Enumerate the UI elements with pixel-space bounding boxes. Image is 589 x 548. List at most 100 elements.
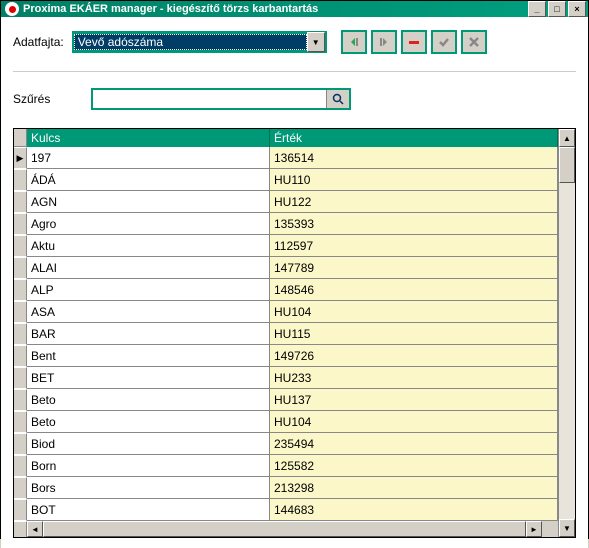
- cell-key[interactable]: Aktu: [27, 235, 270, 257]
- table-row[interactable]: BetoHU104: [14, 411, 558, 433]
- scroll-right-button[interactable]: ►: [526, 521, 542, 537]
- grid-body: ▶197136514ÁDÁHU110AGNHU122Agro135393Aktu…: [14, 147, 558, 521]
- v-scrollbar[interactable]: ▲ ▼: [558, 129, 575, 537]
- cell-value[interactable]: 135393: [270, 213, 558, 235]
- row-marker: [14, 433, 27, 455]
- cell-key[interactable]: Biod: [27, 433, 270, 455]
- cell-value[interactable]: 147789: [270, 257, 558, 279]
- cell-key[interactable]: Born: [27, 455, 270, 477]
- nav-first-button[interactable]: [341, 30, 367, 54]
- datatype-label: Adatfajta:: [13, 35, 64, 49]
- cell-value[interactable]: 213298: [270, 477, 558, 499]
- app-window: Proxima EKÁER manager - kiegészítő törzs…: [0, 0, 589, 539]
- scroll-down-button[interactable]: ▼: [559, 519, 575, 537]
- divider: [13, 71, 576, 72]
- cell-key[interactable]: ASA: [27, 301, 270, 323]
- search-input[interactable]: [93, 90, 326, 108]
- filter-label: Szűrés: [13, 92, 83, 106]
- close-button[interactable]: ×: [568, 1, 586, 17]
- chevron-down-icon[interactable]: ▼: [307, 32, 325, 52]
- maximize-button[interactable]: □: [548, 1, 566, 17]
- datatype-value: Vevő adószáma: [74, 34, 307, 50]
- cell-key[interactable]: Agro: [27, 213, 270, 235]
- cell-value[interactable]: 125582: [270, 455, 558, 477]
- cell-value[interactable]: HU233: [270, 367, 558, 389]
- scroll-left-button[interactable]: ◄: [27, 521, 43, 537]
- column-header-value[interactable]: Érték: [270, 129, 558, 147]
- cell-key[interactable]: ÁDÁ: [27, 169, 270, 191]
- table-row[interactable]: Aktu112597: [14, 235, 558, 257]
- h-scrollbar[interactable]: ◄ ►: [14, 521, 558, 537]
- row-marker: [14, 455, 27, 477]
- table-row[interactable]: Bent149726: [14, 345, 558, 367]
- minimize-button[interactable]: _: [528, 1, 546, 17]
- scroll-up-button[interactable]: ▲: [559, 129, 575, 147]
- cell-value[interactable]: 148546: [270, 279, 558, 301]
- grid: Kulcs Érték ▶197136514ÁDÁHU110AGNHU122Ag…: [13, 128, 576, 538]
- cell-key[interactable]: ALAI: [27, 257, 270, 279]
- table-row[interactable]: ▶197136514: [14, 147, 558, 169]
- datatype-dropdown[interactable]: Vevő adószáma ▼: [72, 31, 327, 53]
- row-marker: [14, 213, 27, 235]
- cell-value[interactable]: HU122: [270, 191, 558, 213]
- table-row[interactable]: Agro135393: [14, 213, 558, 235]
- row-marker: [14, 477, 27, 499]
- delete-button[interactable]: [401, 30, 427, 54]
- cancel-button[interactable]: [461, 30, 487, 54]
- v-scroll-track[interactable]: [559, 147, 575, 519]
- table-row[interactable]: ALP148546: [14, 279, 558, 301]
- search-button[interactable]: [326, 90, 349, 108]
- datatype-row: Adatfajta: Vevő adószáma ▼: [13, 27, 576, 57]
- cell-key[interactable]: Beto: [27, 411, 270, 433]
- scroll-corner: [542, 521, 558, 537]
- cell-key[interactable]: Beto: [27, 389, 270, 411]
- table-row[interactable]: BetoHU137: [14, 389, 558, 411]
- toolbar: [341, 30, 487, 54]
- cell-value[interactable]: HU110: [270, 169, 558, 191]
- cell-value[interactable]: 144683: [270, 499, 558, 521]
- table-row[interactable]: ÁDÁHU110: [14, 169, 558, 191]
- cell-key[interactable]: Bors: [27, 477, 270, 499]
- table-row[interactable]: ALAI147789: [14, 257, 558, 279]
- cell-value[interactable]: HU104: [270, 411, 558, 433]
- h-scroll-thumb[interactable]: [43, 521, 526, 537]
- column-header-key[interactable]: Kulcs: [27, 129, 270, 147]
- cell-key[interactable]: Bent: [27, 345, 270, 367]
- row-marker: [14, 367, 27, 389]
- cell-key[interactable]: BOT: [27, 499, 270, 521]
- table-row[interactable]: ASAHU104: [14, 301, 558, 323]
- cell-key[interactable]: ALP: [27, 279, 270, 301]
- filter-row: Szűrés: [13, 86, 576, 112]
- table-row[interactable]: Biod235494: [14, 433, 558, 455]
- table-row[interactable]: Bors213298: [14, 477, 558, 499]
- cell-value[interactable]: HU115: [270, 323, 558, 345]
- cell-value[interactable]: HU137: [270, 389, 558, 411]
- row-marker: [14, 301, 27, 323]
- nav-last-button[interactable]: [371, 30, 397, 54]
- row-marker: [14, 169, 27, 191]
- search-wrap: [91, 88, 351, 110]
- cell-key[interactable]: 197: [27, 147, 270, 169]
- row-marker: [14, 191, 27, 213]
- table-row[interactable]: BOT144683: [14, 499, 558, 521]
- cell-key[interactable]: BAR: [27, 323, 270, 345]
- table-row[interactable]: BETHU233: [14, 367, 558, 389]
- cell-value[interactable]: HU104: [270, 301, 558, 323]
- cell-value[interactable]: 235494: [270, 433, 558, 455]
- cell-value[interactable]: 149726: [270, 345, 558, 367]
- titlebar[interactable]: Proxima EKÁER manager - kiegészítő törzs…: [1, 1, 588, 17]
- v-scroll-thumb[interactable]: [559, 147, 575, 183]
- table-row[interactable]: BARHU115: [14, 323, 558, 345]
- cell-value[interactable]: 112597: [270, 235, 558, 257]
- confirm-button[interactable]: [431, 30, 457, 54]
- cell-key[interactable]: AGN: [27, 191, 270, 213]
- row-marker: [14, 235, 27, 257]
- table-row[interactable]: AGNHU122: [14, 191, 558, 213]
- cell-key[interactable]: BET: [27, 367, 270, 389]
- table-row[interactable]: Born125582: [14, 455, 558, 477]
- cell-value[interactable]: 136514: [270, 147, 558, 169]
- row-marker: [14, 389, 27, 411]
- search-icon: [332, 93, 344, 105]
- row-marker: [14, 499, 27, 521]
- app-icon: [5, 2, 19, 16]
